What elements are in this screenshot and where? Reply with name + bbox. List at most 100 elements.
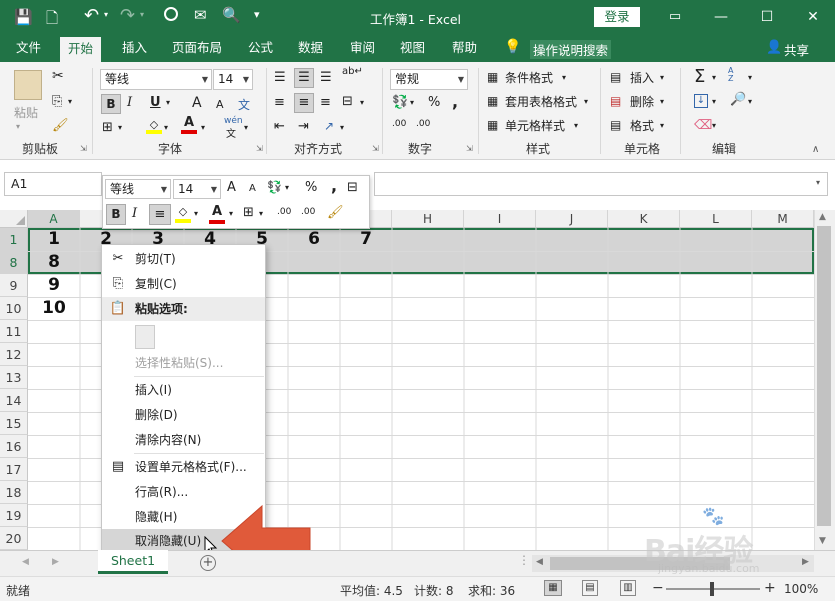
- increase-decimal-button[interactable]: .00: [392, 119, 406, 129]
- zoom-level[interactable]: 100%: [784, 582, 818, 596]
- vertical-scroll-thumb[interactable]: [817, 226, 831, 526]
- restore-button[interactable]: ☐: [744, 0, 790, 34]
- column-header-l[interactable]: L: [680, 210, 752, 228]
- merge-dropdown-icon[interactable]: ▾: [360, 98, 364, 107]
- column-header-a[interactable]: A: [28, 210, 80, 228]
- column-header-k[interactable]: K: [608, 210, 680, 228]
- mini-align-center-icon[interactable]: ≡: [149, 204, 171, 225]
- autosum-dropdown-icon[interactable]: ▾: [712, 73, 716, 82]
- fill-dropdown-icon[interactable]: ▾: [712, 97, 716, 106]
- scroll-down-icon[interactable]: ▼: [819, 536, 826, 546]
- delete-dropdown-icon[interactable]: ▾: [660, 97, 664, 106]
- mini-currency-icon[interactable]: 💱: [267, 180, 282, 194]
- undo-dropdown-icon[interactable]: ▾: [104, 10, 108, 19]
- paste-dropdown-icon[interactable]: ▾: [16, 122, 20, 131]
- cell-styles-dropdown-icon[interactable]: ▾: [574, 121, 578, 130]
- sort-filter-icon[interactable]: A Z: [728, 67, 738, 83]
- mini-font-name-combo[interactable]: 等线 ▼: [105, 179, 171, 199]
- mini-comma-button[interactable]: ,: [331, 176, 337, 195]
- close-button[interactable]: ✕: [790, 0, 835, 34]
- currency-icon[interactable]: 💱: [392, 95, 408, 110]
- column-header-m[interactable]: M: [752, 210, 814, 228]
- row-header-11[interactable]: 11: [0, 320, 28, 343]
- borders-icon[interactable]: ⊞: [102, 120, 113, 135]
- number-format-combo[interactable]: 常规 ▼: [390, 69, 468, 90]
- menu-item-clear-contents[interactable]: 清除内容(N): [102, 428, 265, 452]
- clear-eraser-icon[interactable]: ⌫: [694, 118, 712, 133]
- find-dropdown-icon[interactable]: ▾: [748, 97, 752, 106]
- zoom-out-button[interactable]: −: [652, 580, 664, 596]
- row-header-12[interactable]: 12: [0, 343, 28, 366]
- menu-item-paste-special[interactable]: 选择性粘贴(S)...: [102, 351, 265, 375]
- menu-item-insert[interactable]: 插入(I): [102, 378, 265, 402]
- underline-button[interactable]: U: [150, 95, 161, 110]
- mini-percent-button[interactable]: %: [305, 180, 317, 195]
- cell-a9[interactable]: 9: [28, 274, 80, 297]
- cell-styles-button[interactable]: 单元格样式: [505, 116, 565, 136]
- grow-font-button[interactable]: A: [192, 95, 202, 111]
- row-header-19[interactable]: 19: [0, 504, 28, 527]
- sort-dropdown-icon[interactable]: ▾: [748, 73, 752, 82]
- fill-color-dropdown-icon[interactable]: ▾: [164, 123, 168, 132]
- split-handle-icon[interactable]: ⋮: [518, 553, 530, 567]
- delete-cells-button[interactable]: 删除: [630, 92, 654, 112]
- menu-item-copy[interactable]: ⎘ 复制(C): [102, 272, 265, 296]
- font-color-dropdown-icon[interactable]: ▾: [201, 123, 205, 132]
- mini-shrink-font-button[interactable]: A: [249, 183, 256, 194]
- row-header-10[interactable]: 10: [0, 297, 28, 320]
- align-center-icon[interactable]: ≡: [294, 93, 314, 113]
- mini-font-color-button[interactable]: A: [209, 204, 225, 224]
- expand-formula-icon[interactable]: ▾: [816, 178, 820, 187]
- new-file-icon[interactable]: 🗋: [46, 8, 58, 33]
- menu-item-row-height[interactable]: 行高(R)...: [102, 480, 265, 504]
- align-right-icon[interactable]: ≡: [320, 95, 331, 110]
- align-middle-icon[interactable]: ☰: [294, 68, 314, 88]
- row-header-15[interactable]: 15: [0, 412, 28, 435]
- wen-phonetic-icon[interactable]: 文: [238, 96, 250, 113]
- mini-borders-dropdown-icon[interactable]: ▾: [259, 209, 263, 218]
- font-color-button[interactable]: A: [181, 116, 197, 134]
- customize-qat-icon[interactable]: ▾: [254, 8, 260, 21]
- page-break-view-icon[interactable]: ▥: [620, 580, 636, 596]
- tab-file[interactable]: 文件: [8, 34, 49, 62]
- fill-color-icon[interactable]: ◇: [146, 118, 162, 134]
- tab-view[interactable]: 视图: [392, 34, 433, 62]
- column-header-j[interactable]: J: [536, 210, 608, 228]
- align-bottom-icon[interactable]: ☰: [320, 70, 332, 85]
- row-header-9[interactable]: 9: [0, 274, 28, 297]
- fill-down-icon[interactable]: ↓: [694, 94, 708, 108]
- format-dropdown-icon[interactable]: ▾: [660, 121, 664, 130]
- shape-circle-icon[interactable]: [164, 7, 178, 21]
- redo-icon[interactable]: ↷: [120, 5, 135, 26]
- mini-borders-icon[interactable]: ⊞: [243, 205, 254, 220]
- paste-clipboard-icon[interactable]: [14, 70, 42, 100]
- copy-dropdown-icon[interactable]: ▾: [68, 97, 72, 106]
- row-header-13[interactable]: 13: [0, 366, 28, 389]
- scroll-sheets-right-icon[interactable]: ▶: [52, 557, 59, 567]
- column-header-i[interactable]: I: [464, 210, 536, 228]
- menu-item-delete[interactable]: 删除(D): [102, 403, 265, 427]
- font-name-combo[interactable]: 等线 ▼: [100, 69, 212, 90]
- tab-help[interactable]: 帮助: [444, 34, 485, 62]
- increase-indent-icon[interactable]: ⇥: [298, 119, 309, 134]
- tab-data[interactable]: 数据: [290, 34, 331, 62]
- row-header-17[interactable]: 17: [0, 458, 28, 481]
- format-as-table-button[interactable]: 套用表格格式: [505, 92, 577, 112]
- share-button[interactable]: 共享: [784, 40, 809, 59]
- borders-dropdown-icon[interactable]: ▾: [118, 123, 122, 132]
- horizontal-scroll-thumb[interactable]: [550, 557, 730, 570]
- zoom-slider-thumb[interactable]: [710, 582, 714, 596]
- scroll-sheets-left-icon[interactable]: ◀: [22, 557, 29, 567]
- conditional-format-dropdown-icon[interactable]: ▾: [562, 73, 566, 82]
- font-launcher-icon[interactable]: ⇲: [256, 144, 263, 153]
- collapse-ribbon-icon[interactable]: ∧: [812, 144, 819, 155]
- name-box[interactable]: A1: [4, 172, 102, 196]
- mini-decrease-decimal-button[interactable]: .00: [301, 207, 315, 217]
- wrap-text-icon[interactable]: ab↵: [342, 66, 363, 77]
- row-header-1[interactable]: 1: [0, 228, 28, 251]
- table-format-dropdown-icon[interactable]: ▾: [584, 97, 588, 106]
- tell-me-search[interactable]: 操作说明搜索: [530, 40, 612, 59]
- mini-format-painter-icon[interactable]: 🖌: [327, 205, 344, 220]
- comma-button[interactable]: ,: [452, 92, 458, 111]
- zoom-in-button[interactable]: +: [764, 580, 776, 596]
